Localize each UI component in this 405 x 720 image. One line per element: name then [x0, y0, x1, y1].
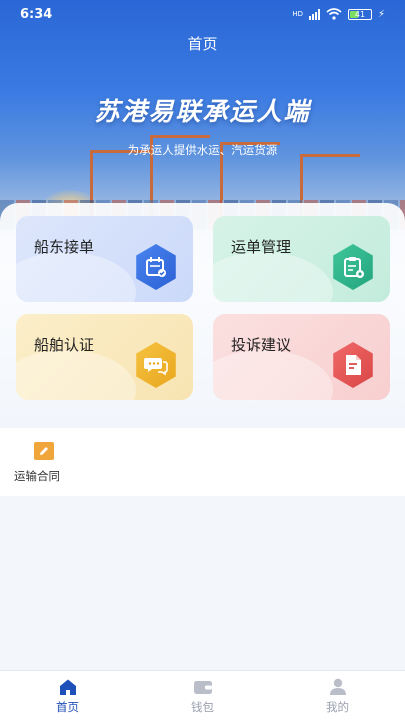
- card-label: 船东接单: [34, 238, 95, 256]
- card-ship-certification[interactable]: 船舶认证: [16, 314, 193, 400]
- user-icon: [327, 677, 349, 697]
- tab-wallet[interactable]: 钱包: [135, 671, 270, 720]
- card-complaint-suggestion[interactable]: 投诉建议: [213, 314, 390, 400]
- pencil-icon: [34, 442, 54, 460]
- signal-icon: [308, 8, 320, 20]
- battery-level: 41: [354, 9, 366, 19]
- app-title: 苏港易联承运人端: [94, 97, 311, 126]
- nav-title: 首页: [187, 35, 218, 53]
- tab-home[interactable]: 首页: [0, 671, 135, 720]
- network-tag: HD: [292, 10, 303, 18]
- charging-icon: ⚡: [377, 8, 385, 20]
- card-shipowner-order[interactable]: 船东接单: [16, 216, 193, 302]
- document-icon: [333, 342, 373, 388]
- card-waybill-management[interactable]: 运单管理: [213, 216, 390, 302]
- card-label: 船舶认证: [34, 336, 95, 354]
- battery-icon: 41: [347, 8, 372, 20]
- tab-profile[interactable]: 我的: [270, 671, 405, 720]
- contract-label: 运输合同: [14, 469, 60, 483]
- bottom-tabbar: 首页 钱包 我的: [0, 670, 405, 720]
- card-label: 投诉建议: [231, 336, 292, 354]
- chat-bubble-icon: [136, 342, 176, 388]
- home-icon: [57, 677, 79, 697]
- transport-contract-entry[interactable]: 运输合同: [14, 442, 74, 484]
- order-calendar-icon: [136, 244, 176, 290]
- status-bar: 6:34 HD 41 ⚡: [0, 0, 405, 30]
- clipboard-icon: [333, 244, 373, 290]
- wallet-icon: [192, 677, 214, 697]
- status-time: 6:34: [20, 7, 53, 22]
- status-icons: HD 41 ⚡: [292, 8, 385, 20]
- wifi-icon: [326, 8, 342, 20]
- card-label: 运单管理: [231, 238, 292, 256]
- tab-label: 我的: [326, 699, 349, 714]
- tab-label: 首页: [56, 699, 79, 714]
- app-subtitle: 为承运人提供水运、汽运货源: [127, 143, 278, 157]
- tab-label: 钱包: [191, 699, 214, 714]
- extra-services: 运输合同: [0, 428, 405, 496]
